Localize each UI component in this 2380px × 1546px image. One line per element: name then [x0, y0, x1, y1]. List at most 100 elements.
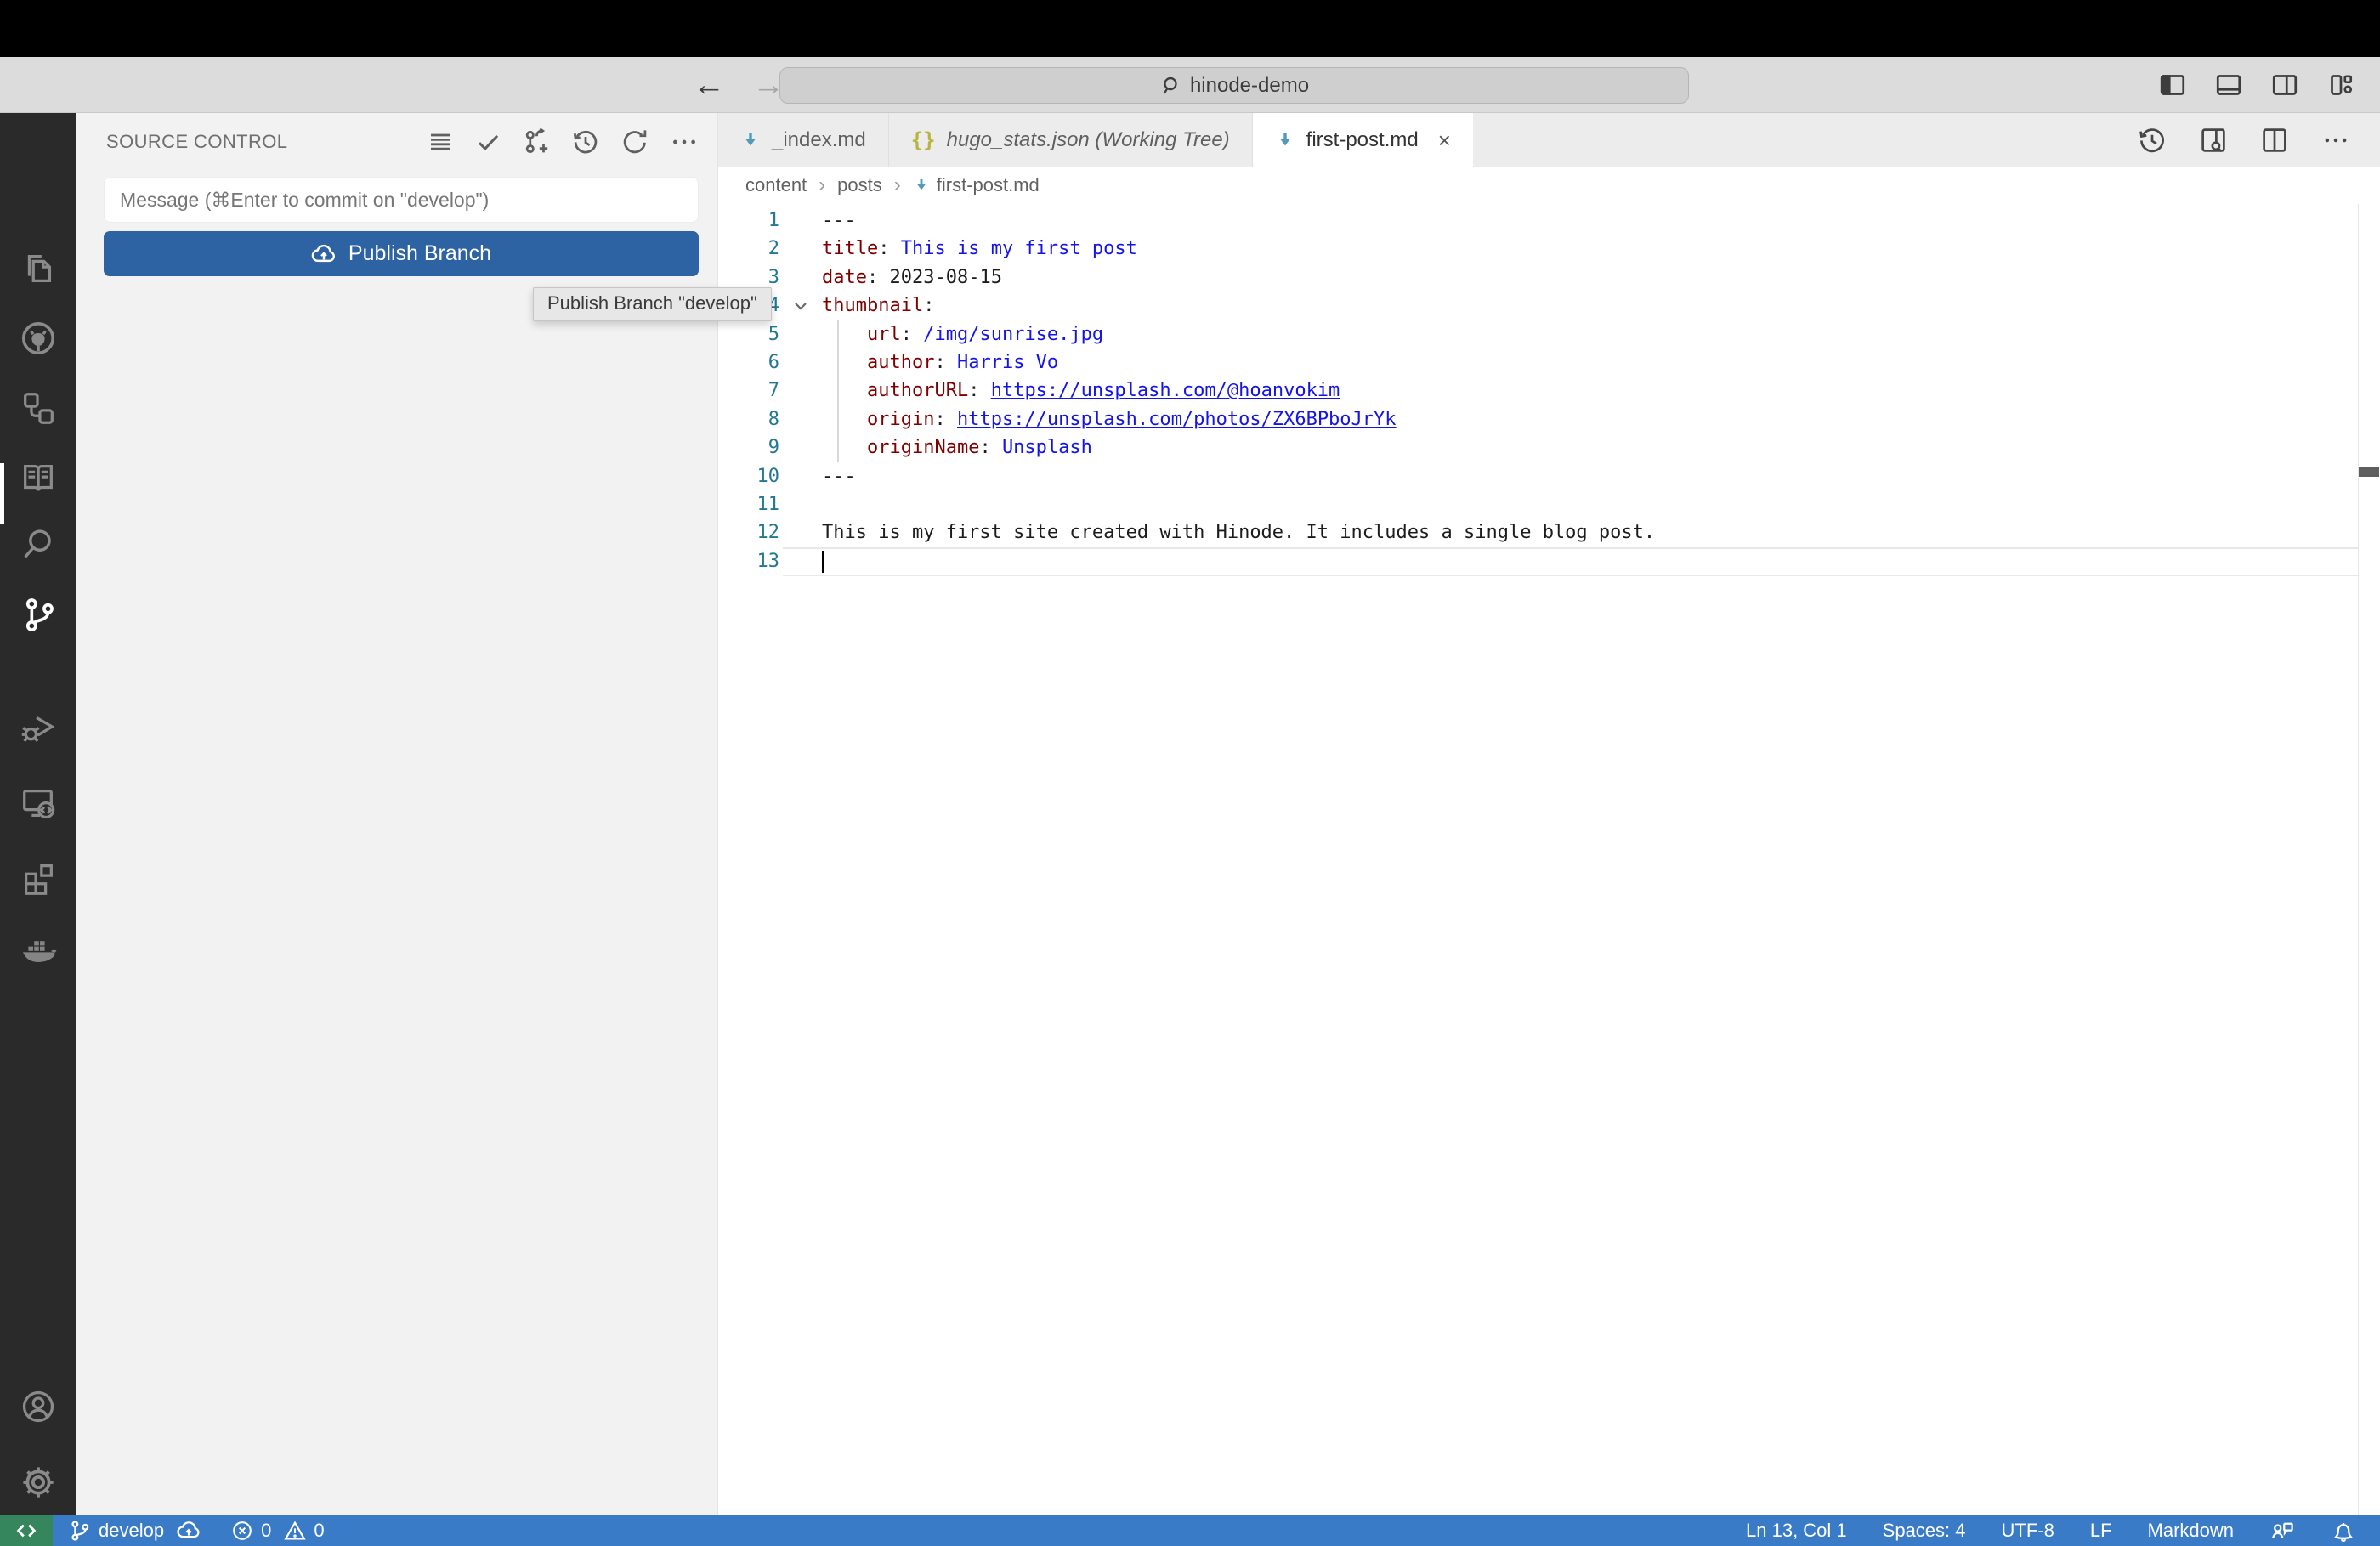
line-number: 13: [756, 550, 780, 572]
more-actions-icon[interactable]: [670, 127, 699, 156]
code-line[interactable]: 5 url: /img/sunrise.jpg: [718, 320, 2380, 348]
branch-name: develop: [99, 1519, 165, 1541]
command-center-title: hinode-demo: [1189, 73, 1310, 97]
editor-more-actions-icon[interactable]: [2320, 125, 2351, 156]
code-line[interactable]: 13: [718, 546, 2380, 577]
publish-branch-label: Publish Branch: [348, 241, 492, 265]
fold-gutter: [779, 433, 822, 462]
breadcrumb-folder[interactable]: posts: [837, 174, 882, 196]
code-text: title: This is my first post: [822, 238, 1137, 260]
markdown-file-icon: [740, 130, 761, 150]
open-preview-to-side-icon[interactable]: [2198, 125, 2229, 156]
docker-icon[interactable]: [0, 923, 76, 977]
toggle-secondary-sidebar-icon[interactable]: [2270, 70, 2300, 100]
code-line[interactable]: 7 authorURL: https://unsplash.com/@hoanv…: [718, 377, 2380, 405]
fold-gutter: [779, 348, 822, 377]
code-editor[interactable]: 1 --- 2 title: This is my first post 3 date: …: [718, 204, 2380, 1515]
fold-gutter: [779, 235, 822, 263]
code-line[interactable]: 12 This is my first site created with Hin…: [718, 518, 2380, 546]
tab-label: first-post.md: [1306, 127, 1419, 151]
run-and-debug-icon[interactable]: [0, 699, 76, 754]
github-icon[interactable]: [0, 311, 76, 365]
warning-icon: [283, 1519, 307, 1543]
code-line[interactable]: 2 title: This is my first post: [718, 235, 2380, 263]
notifications-bell-icon[interactable]: [2331, 1518, 2356, 1543]
accounts-icon[interactable]: [0, 1379, 76, 1434]
markdown-file-icon: [913, 177, 930, 194]
line-number: 7: [768, 380, 779, 402]
code-line[interactable]: 8 origin: https://unsplash.com/photos/ZX…: [718, 405, 2380, 433]
tab-hugo-stats-json[interactable]: {} hugo_stats.json (Working Tree): [888, 113, 1253, 167]
fold-chevron-icon[interactable]: [779, 292, 822, 320]
error-icon: [230, 1519, 254, 1543]
eol-status[interactable]: LF: [2090, 1520, 2112, 1542]
code-line[interactable]: 1 ---: [718, 207, 2380, 235]
fold-gutter: [779, 547, 822, 575]
tab-index-md[interactable]: _index.md: [718, 113, 889, 167]
split-editor-icon[interactable]: [2259, 125, 2290, 156]
history-icon[interactable]: [571, 127, 600, 156]
breadcrumb-file[interactable]: first-post.md: [913, 174, 1040, 196]
line-number: 1: [768, 210, 779, 231]
tab-first-post-md[interactable]: first-post.md ×: [1252, 113, 1473, 167]
breadcrumb-folder[interactable]: content: [745, 174, 807, 196]
tab-bar: _index.md {} hugo_stats.json (Working Tr…: [718, 113, 2380, 167]
publish-branch-tooltip: Publish Branch "develop": [533, 287, 772, 321]
cursor-position-status[interactable]: Ln 13, Col 1: [1746, 1520, 1847, 1542]
docs-book-icon[interactable]: [0, 451, 76, 506]
settings-gear-icon[interactable]: [0, 1455, 76, 1509]
fold-gutter: [779, 518, 822, 546]
fold-gutter: [779, 263, 822, 292]
code-line[interactable]: 4 thumbnail:: [718, 292, 2380, 320]
branch-status[interactable]: develop: [68, 1518, 201, 1543]
remote-explorer-icon[interactable]: [0, 776, 76, 830]
line-number: 9: [768, 437, 779, 459]
code-line[interactable]: 10 ---: [718, 462, 2380, 490]
code-text: This is my first site created with Hinod…: [822, 522, 1656, 544]
feedback-icon[interactable]: [2270, 1518, 2295, 1543]
code-lines: 1 --- 2 title: This is my first post 3 date: …: [718, 204, 2380, 577]
code-line[interactable]: 9 originName: Unsplash: [718, 433, 2380, 462]
toggle-panel-icon[interactable]: [2213, 70, 2244, 100]
json-file-icon: {}: [910, 127, 936, 152]
line-number: 8: [768, 408, 779, 430]
breadcrumb: content › posts › first-post.md: [718, 167, 2380, 204]
extensions-icon[interactable]: [0, 851, 76, 905]
view-as-list-icon[interactable]: [427, 128, 454, 156]
tab-close-icon[interactable]: ×: [1438, 129, 1451, 151]
commit-check-icon[interactable]: [474, 128, 502, 156]
navigate-back-icon[interactable]: ←: [693, 67, 725, 104]
language-mode-status[interactable]: Markdown: [2148, 1520, 2234, 1542]
publish-cloud-icon: [176, 1518, 201, 1543]
references-icon[interactable]: [0, 381, 76, 435]
git-branch-icon: [68, 1519, 92, 1543]
chevron-right-icon: ›: [819, 173, 826, 196]
search-view-icon[interactable]: [0, 517, 76, 571]
fold-gutter: [779, 490, 822, 518]
source-control-icon[interactable]: [0, 587, 76, 642]
code-line[interactable]: 11: [718, 490, 2380, 518]
fold-gutter: [779, 207, 822, 235]
explorer-icon[interactable]: [0, 241, 76, 296]
line-number: 6: [768, 351, 779, 373]
overview-ruler[interactable]: [2358, 204, 2380, 1515]
code-text: author: Harris Vo: [866, 351, 1059, 373]
warning-count: 0: [314, 1519, 325, 1541]
customize-layout-icon[interactable]: [2326, 70, 2356, 100]
publish-branch-button[interactable]: Publish Branch: [104, 231, 699, 276]
line-number: 10: [756, 465, 780, 487]
remote-indicator[interactable]: [0, 1515, 53, 1546]
encoding-status[interactable]: UTF-8: [2002, 1520, 2054, 1542]
timeline-history-icon[interactable]: [2137, 125, 2168, 156]
refresh-icon[interactable]: [620, 127, 649, 156]
indentation-status[interactable]: Spaces: 4: [1883, 1520, 1966, 1542]
toggle-primary-sidebar-icon[interactable]: [2157, 70, 2188, 100]
command-center-search[interactable]: hinode-demo: [779, 67, 1689, 104]
tab-label: _index.md: [772, 127, 866, 151]
commit-message-input[interactable]: [104, 177, 699, 223]
code-line[interactable]: 6 author: Harris Vo: [718, 348, 2380, 377]
problems-status[interactable]: 0 0: [230, 1519, 325, 1543]
create-branch-icon[interactable]: [522, 127, 551, 156]
code-line[interactable]: 3 date: 2023-08-15: [718, 263, 2380, 292]
code-text: date: 2023-08-15: [822, 266, 1002, 288]
